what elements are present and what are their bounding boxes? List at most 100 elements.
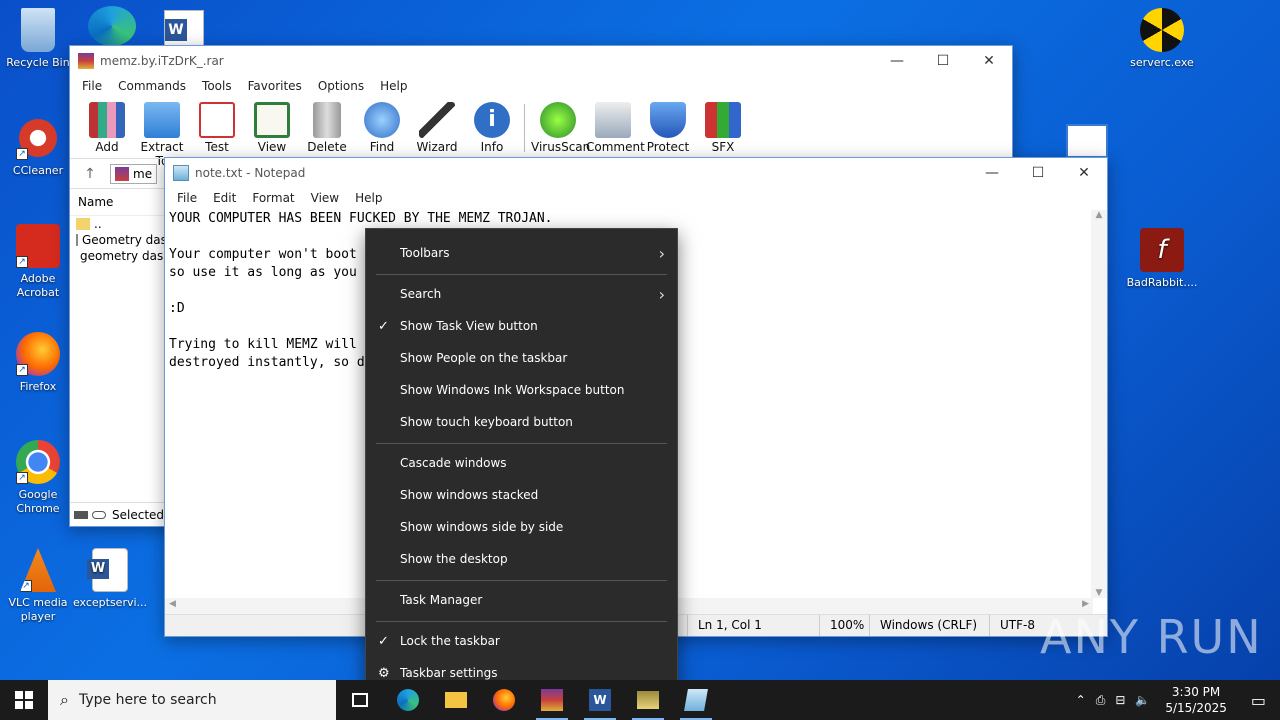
- desktop-icon-firefox[interactable]: ↗ Firefox: [0, 332, 76, 394]
- scroll-up-icon[interactable]: ▲: [1091, 210, 1107, 220]
- menu-item-search[interactable]: Search ›: [366, 280, 677, 308]
- menu-view[interactable]: View: [303, 191, 347, 205]
- menu-file[interactable]: File: [169, 191, 205, 205]
- menu-help[interactable]: Help: [372, 79, 415, 93]
- menu-tools[interactable]: Tools: [194, 79, 240, 93]
- desktop-icon-adobe-acrobat[interactable]: ↗ Adobe Acrobat: [0, 224, 76, 300]
- device-icon[interactable]: ⎙: [1091, 693, 1111, 708]
- notepad-menubar: File Edit Format View Help: [165, 188, 1107, 208]
- list-item[interactable]: geometry das: [70, 248, 166, 264]
- winrar-menubar: File Commands Tools Favorites Options He…: [70, 76, 1012, 96]
- menu-item-lock-taskbar[interactable]: ✓ Lock the taskbar: [366, 627, 677, 655]
- minimize-icon[interactable]: —: [874, 46, 920, 76]
- taskbar-firefox[interactable]: [480, 680, 528, 720]
- book-icon: [254, 102, 290, 138]
- winrar-icon: [541, 689, 563, 711]
- menu-options[interactable]: Options: [310, 79, 372, 93]
- protect-button[interactable]: Protect: [641, 98, 695, 154]
- maximize-icon[interactable]: ☐: [1015, 158, 1061, 188]
- winrar-titlebar[interactable]: memz.by.iTzDrK_.rar — ☐ ✕: [70, 46, 1012, 76]
- find-button[interactable]: Find: [355, 98, 409, 154]
- menu-favorites[interactable]: Favorites: [240, 79, 310, 93]
- magnifier-icon: [364, 102, 400, 138]
- file-icon: [76, 234, 78, 246]
- sfx-box-icon: [705, 102, 741, 138]
- chevron-up-icon[interactable]: ⌃: [1071, 693, 1091, 707]
- sfx-button[interactable]: SFX: [696, 98, 750, 154]
- menu-item-show-desktop[interactable]: Show the desktop: [366, 545, 677, 573]
- taskbar-context-menu: Toolbars › Search › ✓ Show Task View button…: [365, 228, 678, 698]
- vlc-icon: ↗: [20, 548, 56, 592]
- menu-item-show-people[interactable]: Show People on the taskbar: [366, 344, 677, 372]
- installer-icon[interactable]: [1066, 124, 1108, 158]
- list-item[interactable]: ..: [70, 216, 166, 232]
- word-icon[interactable]: W: [164, 10, 204, 46]
- scroll-left-icon[interactable]: ◀: [169, 599, 176, 609]
- menu-file[interactable]: File: [74, 79, 110, 93]
- view-button[interactable]: View: [245, 98, 299, 154]
- toolbar-separator: [524, 104, 525, 152]
- menu-format[interactable]: Format: [244, 191, 302, 205]
- column-header-name[interactable]: Name: [70, 189, 166, 216]
- close-icon[interactable]: ✕: [966, 46, 1012, 76]
- start-button[interactable]: [0, 680, 48, 720]
- vertical-scrollbar[interactable]: ▲ ▼: [1091, 210, 1107, 598]
- taskbar-file-explorer[interactable]: [432, 680, 480, 720]
- menu-edit[interactable]: Edit: [205, 191, 244, 205]
- up-arrow-icon[interactable]: ↑: [70, 166, 110, 182]
- edge-icon[interactable]: [88, 6, 136, 46]
- key-icon: [92, 510, 106, 519]
- desktop-icon-ccleaner[interactable]: ↗ CCleaner: [0, 116, 76, 178]
- desktop-icon-badrabbit[interactable]: f BadRabbit....: [1124, 228, 1200, 290]
- add-button[interactable]: Add: [80, 98, 134, 154]
- checkmark-icon: ✓: [378, 633, 389, 649]
- menu-item-show-ink-workspace[interactable]: Show Windows Ink Workspace button: [366, 376, 677, 404]
- menu-item-show-windows-stacked[interactable]: Show windows stacked: [366, 481, 677, 509]
- winrar-icon: [78, 53, 94, 69]
- wizard-button[interactable]: Wizard: [410, 98, 464, 154]
- desktop-icon-google-chrome[interactable]: ↗ Google Chrome: [0, 440, 76, 516]
- scroll-down-icon[interactable]: ▼: [1091, 588, 1107, 598]
- cursor-position: Ln 1, Col 1: [687, 615, 819, 636]
- desktop-icon-vlc[interactable]: ↗ VLC media player: [0, 548, 76, 624]
- comment-button[interactable]: Comment: [586, 98, 645, 154]
- delete-button[interactable]: Delete: [300, 98, 354, 154]
- menu-help[interactable]: Help: [347, 191, 390, 205]
- menu-item-cascade-windows[interactable]: Cascade windows: [366, 449, 677, 477]
- taskbar-word[interactable]: W: [576, 680, 624, 720]
- books-icon: [89, 102, 125, 138]
- menu-item-toolbars[interactable]: Toolbars ›: [366, 239, 677, 267]
- taskbar-edge[interactable]: [384, 680, 432, 720]
- taskbar-search-box[interactable]: ⌕ Type here to search: [48, 680, 336, 720]
- maximize-icon[interactable]: ☐: [920, 46, 966, 76]
- path-field[interactable]: me: [110, 163, 158, 184]
- menu-commands[interactable]: Commands: [110, 79, 194, 93]
- task-view-button[interactable]: [336, 680, 384, 720]
- desktop-icon-exceptservi[interactable]: W exceptservi...: [72, 548, 148, 610]
- taskbar-app[interactable]: [624, 680, 672, 720]
- info-button[interactable]: i Info: [465, 98, 519, 154]
- notepad-titlebar[interactable]: note.txt - Notepad — ☐ ✕: [165, 158, 1107, 188]
- gear-icon: ⚙: [378, 665, 390, 681]
- menu-item-show-windows-side-by-side[interactable]: Show windows side by side: [366, 513, 677, 541]
- menu-item-task-manager[interactable]: Task Manager: [366, 586, 677, 614]
- virusscan-button[interactable]: VirusScan: [531, 98, 590, 154]
- close-icon[interactable]: ✕: [1061, 158, 1107, 188]
- desktop-icon-serverc[interactable]: serverc.exe: [1124, 8, 1200, 70]
- list-item[interactable]: Geometry das: [70, 232, 167, 248]
- test-button[interactable]: Test: [190, 98, 244, 154]
- clock[interactable]: 3:30 PM 5/15/2025: [1155, 684, 1237, 716]
- menu-separator: [376, 621, 667, 622]
- taskbar-winrar[interactable]: [528, 680, 576, 720]
- minimize-icon[interactable]: —: [969, 158, 1015, 188]
- scroll-right-icon[interactable]: ▶: [1082, 599, 1089, 609]
- network-icon[interactable]: ⊟: [1110, 693, 1130, 707]
- menu-item-show-task-view[interactable]: ✓ Show Task View button: [366, 312, 677, 340]
- notification-icon[interactable]: ▭: [1237, 691, 1280, 710]
- volume-icon[interactable]: 🔈: [1130, 693, 1155, 707]
- date: 5/15/2025: [1165, 701, 1227, 715]
- taskbar-notepad[interactable]: [672, 680, 720, 720]
- desktop-icon-recycle-bin[interactable]: Recycle Bin: [0, 8, 76, 70]
- menu-item-show-touch-keyboard[interactable]: Show touch keyboard button: [366, 408, 677, 436]
- windows-logo-icon: [15, 691, 33, 709]
